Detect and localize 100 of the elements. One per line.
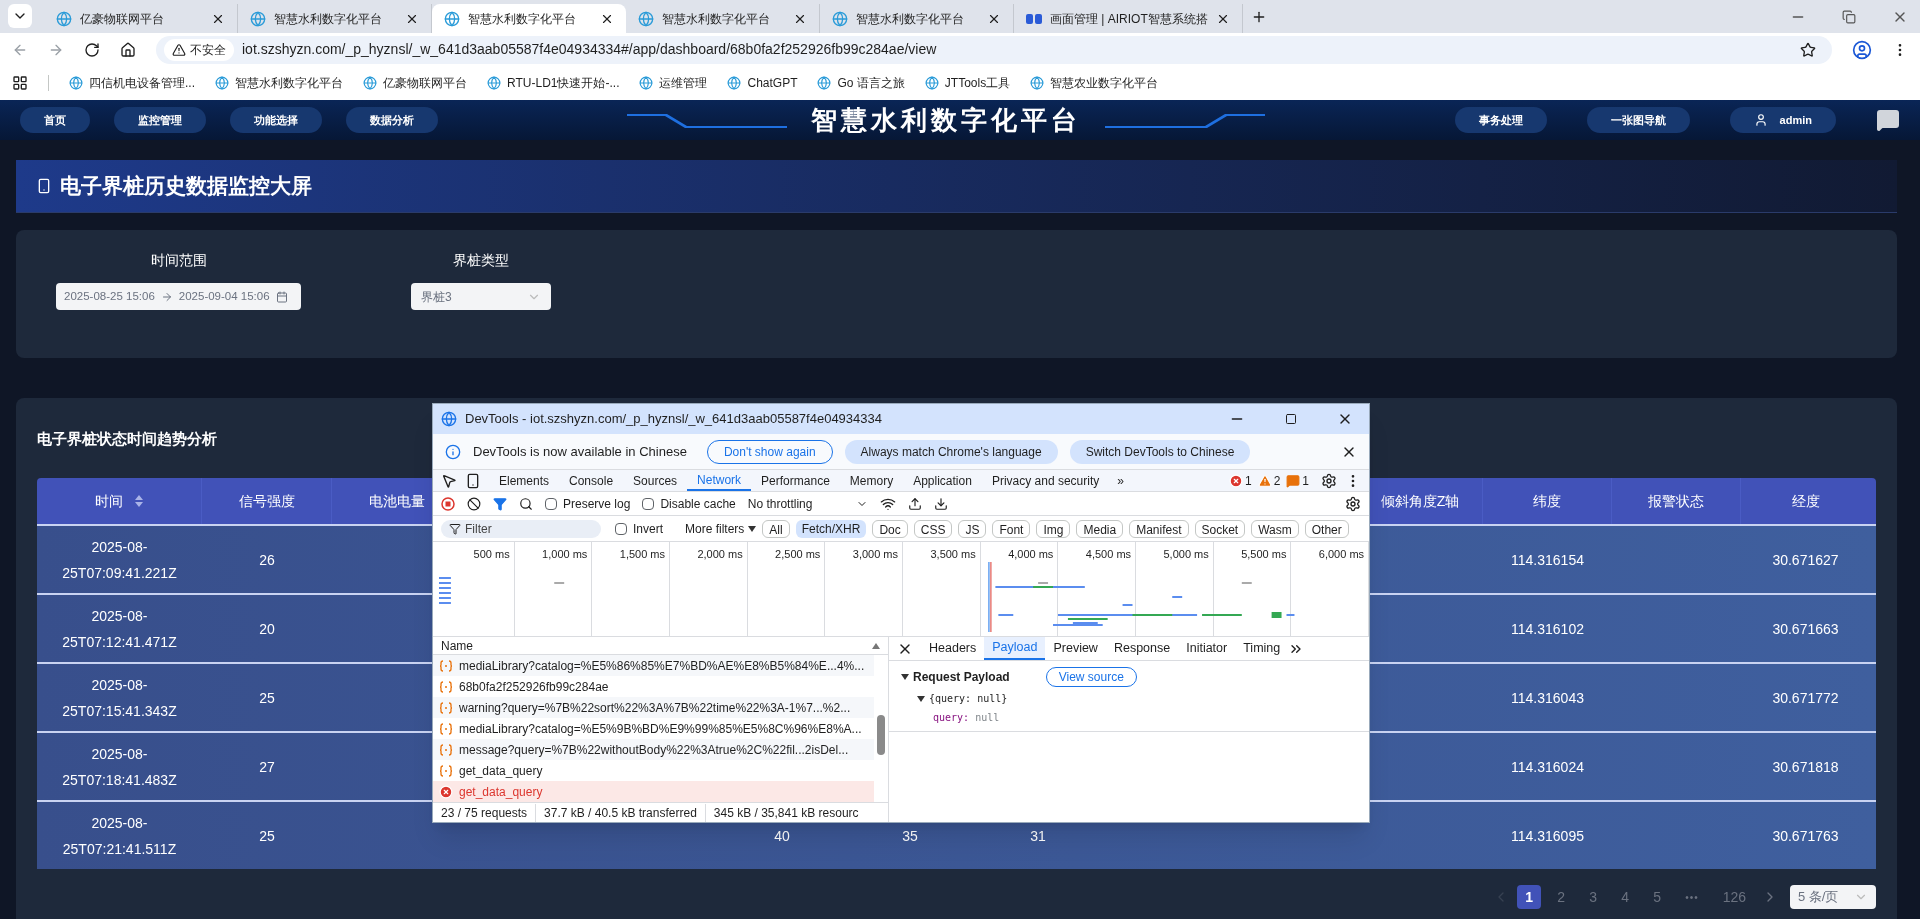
collapse-triangle-icon[interactable] (901, 674, 909, 680)
settings-icon[interactable] (1345, 495, 1361, 512)
bookmark[interactable]: 亿豪物联网平台 (363, 74, 467, 92)
restore-icon[interactable] (1842, 10, 1856, 24)
record-icon[interactable] (441, 496, 455, 511)
filter-field[interactable]: Filter (441, 519, 601, 538)
inspect-icon[interactable] (441, 472, 457, 489)
type-filter-chip[interactable]: CSS (913, 519, 953, 538)
devtools-tab[interactable]: Memory (839, 470, 904, 491)
detail-tab[interactable]: Initiator (1178, 637, 1236, 660)
reload-icon[interactable] (84, 41, 100, 58)
page-size-select[interactable]: 5 条/页 (1790, 885, 1876, 909)
infobar-button[interactable]: Switch DevTools to Chinese (1069, 439, 1251, 464)
throttling-select[interactable]: No throttling (747, 494, 868, 513)
column-header[interactable]: 时间 (95, 490, 143, 512)
column-header[interactable]: 信号强度 (238, 490, 295, 512)
devtools-tab[interactable]: Sources (623, 470, 688, 491)
date-range-picker[interactable]: 2025-08-25 15:06 2025-09-04 15:06 (56, 283, 301, 310)
import-icon[interactable] (907, 496, 922, 511)
column-header[interactable]: 倾斜角度Z轴 (1380, 490, 1460, 512)
request-row[interactable]: mediaLibrary?catalog=%E5%86%85%E7%BD%AE%E8%B5%84%E...4%... (433, 655, 874, 676)
bookmark[interactable]: JTTools工具 (924, 74, 1011, 92)
column-header[interactable]: 电池电量 (368, 490, 425, 512)
collapse-triangle-icon[interactable] (917, 695, 925, 702)
bookmark[interactable]: 智慧农业数字化平台 (1030, 74, 1159, 92)
checkbox[interactable] (642, 497, 655, 510)
maximize-icon[interactable] (1285, 413, 1297, 425)
scrollbar-thumb[interactable] (877, 715, 885, 755)
bookmark-star-icon[interactable] (1800, 41, 1816, 58)
request-row[interactable]: get_data_query (433, 781, 874, 802)
apps-icon[interactable] (12, 75, 28, 91)
type-filter-chip[interactable]: Img (1036, 519, 1071, 538)
issue-count[interactable]: 1 (1302, 471, 1309, 490)
address-bar[interactable]: 不安全 iot.szshyzn.com/_p_hyznsl/_w_641d3aab05587f4e04934334#/app/dashboard/68b0fa2f252926fb99c284ae/view (156, 35, 1832, 64)
type-filter-chip[interactable]: Socket (1194, 519, 1246, 538)
devtools-tab[interactable]: Elements (489, 470, 560, 491)
type-filter-chip[interactable]: All (762, 519, 790, 538)
type-filter-chip[interactable]: Wasm (1251, 519, 1299, 538)
export-icon[interactable] (933, 496, 948, 511)
card-title: 电子界桩状态时间趋势分析 (37, 429, 217, 449)
bookmark[interactable]: RTU-LD1快速开始-... (487, 74, 620, 92)
security-chip[interactable]: 不安全 (164, 38, 234, 61)
bookmark[interactable]: Go 语言之旅 (817, 74, 905, 92)
device-toolbar-icon[interactable] (465, 472, 481, 489)
browser-tab[interactable]: 智慧水利数字化平台 (432, 4, 626, 33)
checkbox[interactable] (615, 522, 627, 535)
type-select[interactable]: 界桩3 (411, 283, 551, 310)
scroll-up-icon[interactable] (872, 642, 880, 649)
table-cell-text: 26 (259, 550, 275, 570)
type-filter-chip[interactable]: JS (958, 519, 987, 538)
chat-icon[interactable] (1876, 108, 1900, 132)
bookmark[interactable]: 四信机电设备管理... (69, 74, 195, 92)
detail-tab[interactable]: Timing (1235, 637, 1289, 660)
type-filter-chip[interactable]: Doc (872, 519, 908, 538)
warning-count[interactable]: 2 (1273, 471, 1281, 490)
column-header[interactable]: 纬度 (1533, 490, 1561, 512)
settings-icon[interactable] (1321, 472, 1337, 489)
bookmark[interactable]: ChatGPT (727, 74, 798, 92)
request-row[interactable]: message?query=%7B%22withoutBody%22%3Atrue%2C%22fil...2isDel... (433, 739, 874, 760)
detail-tab[interactable]: Response (1105, 637, 1179, 660)
search-icon[interactable] (519, 496, 533, 511)
type-filter-chip[interactable]: Fetch/XHR (795, 519, 867, 538)
checkbox-label: Invert (633, 520, 663, 538)
bookmark[interactable]: 智慧水利数字化平台 (215, 74, 343, 92)
clear-icon[interactable] (467, 496, 481, 511)
profile-icon[interactable] (1852, 39, 1872, 60)
detail-tab[interactable]: Payload (984, 637, 1046, 660)
nav-button[interactable]: 一张图导航 (1586, 107, 1690, 133)
home-icon[interactable] (120, 41, 136, 58)
type-filter-chip[interactable]: Manifest (1129, 519, 1189, 538)
checkbox[interactable] (545, 497, 557, 510)
type-filter-chip[interactable]: Media (1076, 519, 1124, 538)
user-menu[interactable]: admin (1729, 107, 1836, 133)
more-tabs-button[interactable]: » (1109, 471, 1132, 490)
tab-search-button[interactable] (8, 4, 32, 28)
detail-tab[interactable]: Preview (1045, 637, 1106, 660)
filter-icon[interactable] (493, 496, 507, 511)
column-header[interactable]: 经度 (1791, 490, 1820, 512)
column-header[interactable]: 报警状态 (1648, 490, 1704, 512)
detail-tab[interactable]: Headers (921, 637, 985, 660)
sort-icon[interactable] (135, 495, 143, 507)
more-filters-button[interactable]: More filters (685, 519, 757, 538)
nav-button[interactable]: 监控管理 (114, 107, 206, 133)
page-button[interactable]: 1 (1517, 885, 1542, 909)
devtools-tab[interactable]: Privacy and security (981, 470, 1110, 491)
devtools-tab[interactable]: Network (687, 470, 752, 491)
error-count[interactable]: 1 (1244, 471, 1252, 490)
nav-button[interactable]: 数据分析 (346, 107, 438, 133)
nav-button[interactable]: 功能选择 (230, 107, 322, 133)
column-header[interactable]: Name (441, 636, 872, 655)
nav-button[interactable]: 首页 (20, 107, 90, 133)
devtools-tab[interactable]: Performance (751, 470, 840, 491)
devtools-tab[interactable]: Console (559, 470, 624, 491)
nav-button[interactable]: 事务处理 (1454, 107, 1547, 133)
type-filter-chip[interactable]: Other (1304, 519, 1349, 538)
type-filter-chip[interactable]: Font (992, 519, 1031, 538)
infobar-button[interactable]: Always match Chrome's language (844, 439, 1058, 464)
devtools-tab[interactable]: Application (903, 470, 982, 491)
request-row[interactable]: warning?query=%7B%22sort%22%3A%7B%22time%22%3A-1%7...%2... (433, 697, 874, 718)
bookmark[interactable]: 运维管理 (639, 74, 708, 92)
